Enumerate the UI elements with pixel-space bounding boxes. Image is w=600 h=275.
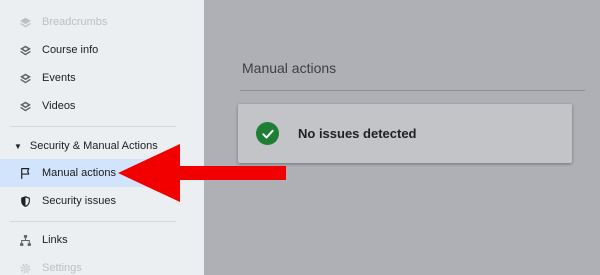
sitemap-icon	[18, 233, 32, 247]
sidebar-item-course-info[interactable]: Course info	[0, 36, 204, 64]
sidebar-divider	[10, 126, 176, 127]
sidebar-item-settings[interactable]: Settings	[0, 254, 204, 275]
layers-icon	[18, 43, 32, 57]
gear-icon	[18, 261, 32, 275]
sidebar-item-links[interactable]: Links	[0, 226, 204, 254]
sidebar-item-label: Videos	[42, 100, 76, 112]
sidebar-item-label: Events	[42, 72, 76, 84]
page-title: Manual actions	[242, 60, 337, 76]
sidebar-item-label: Breadcrumbs	[42, 16, 108, 28]
sidebar-item-breadcrumbs[interactable]: Breadcrumbs	[0, 8, 204, 36]
sidebar-divider	[10, 221, 176, 222]
status-message: No issues detected	[298, 126, 417, 141]
layers-icon	[18, 99, 32, 113]
annotation-arrow-icon	[118, 144, 286, 202]
layers-icon	[18, 15, 32, 29]
sidebar-item-label: Links	[42, 234, 68, 246]
status-card: No issues detected	[238, 104, 572, 163]
main-panel: Manual actions No issues detected	[204, 0, 600, 275]
shield-icon	[18, 194, 32, 208]
caret-down-icon: ▼	[14, 141, 22, 151]
title-divider	[240, 90, 585, 91]
layers-icon	[18, 71, 32, 85]
sidebar: Breadcrumbs Course info Events Videos ▼ …	[0, 0, 204, 275]
sidebar-item-label: Course info	[42, 44, 99, 56]
sidebar-item-label: Settings	[42, 262, 82, 274]
flag-icon	[18, 166, 32, 180]
sidebar-item-label: Security issues	[42, 195, 116, 207]
sidebar-item-label: Manual actions	[42, 167, 116, 179]
sidebar-item-events[interactable]: Events	[0, 64, 204, 92]
sidebar-item-videos[interactable]: Videos	[0, 92, 204, 120]
